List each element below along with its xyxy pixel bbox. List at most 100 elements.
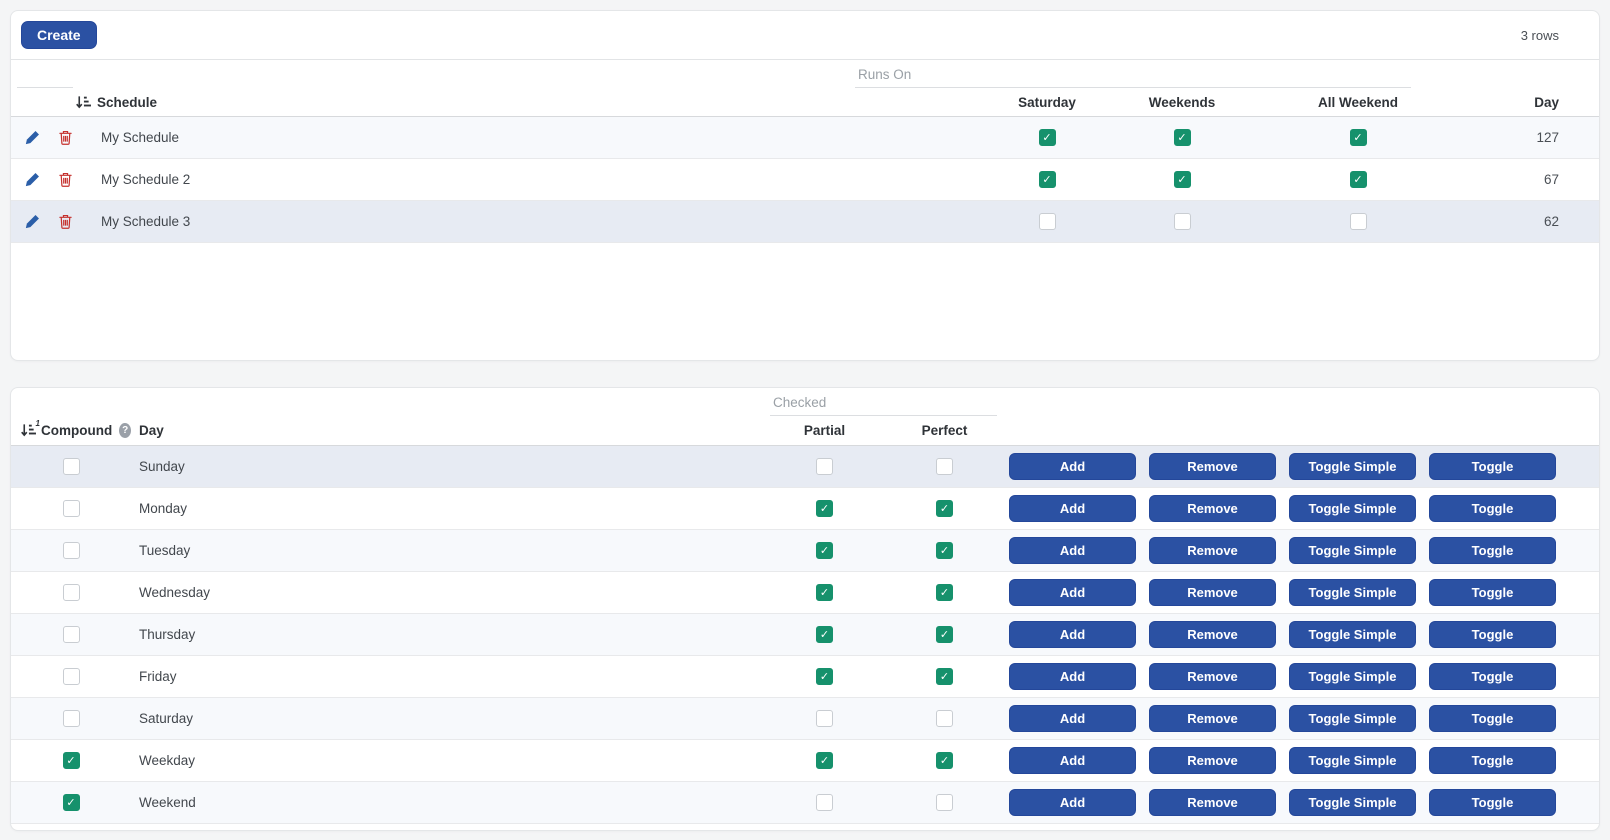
toggle-button[interactable]: Toggle — [1429, 579, 1556, 606]
add-button[interactable]: Add — [1009, 789, 1136, 816]
partial-checkbox[interactable]: ✓ — [816, 752, 833, 769]
toggle-button[interactable]: Toggle — [1429, 705, 1556, 732]
remove-button[interactable]: Remove — [1149, 663, 1276, 690]
remove-button[interactable]: Remove — [1149, 495, 1276, 522]
compound-column-header[interactable]: 1 Compound ? — [11, 419, 131, 438]
partial-checkbox[interactable] — [816, 794, 833, 811]
toggle-simple-button[interactable]: Toggle Simple — [1289, 621, 1416, 648]
toggle-button[interactable]: Toggle — [1429, 495, 1556, 522]
add-button[interactable]: Add — [1009, 537, 1136, 564]
saturday-checkbox[interactable]: ✓ — [1038, 171, 1056, 188]
add-button[interactable]: Add — [1009, 579, 1136, 606]
day-row[interactable]: Saturday Add Remove Toggle Simple Toggle — [11, 698, 1599, 740]
day-row[interactable]: Thursday ✓ ✓ Add Remove Toggle Simple To… — [11, 614, 1599, 656]
remove-button[interactable]: Remove — [1149, 747, 1276, 774]
perfect-checkbox[interactable]: ✓ — [936, 626, 953, 643]
day-row[interactable]: Tuesday ✓ ✓ Add Remove Toggle Simple Tog… — [11, 530, 1599, 572]
perfect-checkbox[interactable] — [936, 458, 953, 475]
partial-checkbox[interactable]: ✓ — [816, 500, 833, 517]
weekends-checkbox[interactable] — [1173, 213, 1191, 230]
help-icon[interactable]: ? — [119, 423, 131, 438]
perfect-checkbox[interactable]: ✓ — [936, 584, 953, 601]
create-button[interactable]: Create — [21, 21, 97, 49]
day-count: 62 — [1543, 214, 1559, 229]
perfect-checkbox[interactable] — [936, 794, 953, 811]
sort-icon — [75, 95, 91, 110]
all-weekend-checkbox[interactable]: ✓ — [1349, 129, 1367, 146]
remove-button[interactable]: Remove — [1149, 789, 1276, 816]
perfect-checkbox[interactable]: ✓ — [936, 542, 953, 559]
remove-button[interactable]: Remove — [1149, 621, 1276, 648]
edit-icon[interactable] — [25, 214, 40, 229]
toggle-simple-button[interactable]: Toggle Simple — [1289, 453, 1416, 480]
partial-checkbox[interactable]: ✓ — [816, 668, 833, 685]
toggle-simple-button[interactable]: Toggle Simple — [1289, 495, 1416, 522]
remove-button[interactable]: Remove — [1149, 705, 1276, 732]
add-button[interactable]: Add — [1009, 663, 1136, 690]
day-row[interactable]: Wednesday ✓ ✓ Add Remove Toggle Simple T… — [11, 572, 1599, 614]
compound-checkbox[interactable] — [62, 710, 80, 727]
compound-checkbox[interactable] — [62, 626, 80, 643]
add-button[interactable]: Add — [1009, 495, 1136, 522]
partial-checkbox[interactable]: ✓ — [816, 626, 833, 643]
add-button[interactable]: Add — [1009, 621, 1136, 648]
weekends-checkbox[interactable]: ✓ — [1173, 129, 1191, 146]
toggle-button[interactable]: Toggle — [1429, 663, 1556, 690]
schedule-column-header[interactable]: Schedule — [11, 95, 967, 110]
add-button[interactable]: Add — [1009, 747, 1136, 774]
compound-checkbox[interactable] — [62, 500, 80, 517]
delete-icon[interactable] — [59, 172, 72, 187]
add-button[interactable]: Add — [1009, 705, 1136, 732]
toggle-simple-button[interactable]: Toggle Simple — [1289, 537, 1416, 564]
compound-checkbox[interactable] — [62, 668, 80, 685]
compound-checkbox[interactable]: ✓ — [62, 752, 80, 769]
compound-column-label: Compound — [41, 423, 113, 438]
add-button[interactable]: Add — [1009, 453, 1136, 480]
toggle-simple-button[interactable]: Toggle Simple — [1289, 747, 1416, 774]
toggle-button[interactable]: Toggle — [1429, 747, 1556, 774]
remove-button[interactable]: Remove — [1149, 579, 1276, 606]
perfect-checkbox[interactable] — [936, 710, 953, 727]
day-row[interactable]: Friday ✓ ✓ Add Remove Toggle Simple Togg… — [11, 656, 1599, 698]
toggle-button[interactable]: Toggle — [1429, 789, 1556, 816]
partial-checkbox[interactable]: ✓ — [816, 542, 833, 559]
perfect-checkbox[interactable]: ✓ — [936, 752, 953, 769]
saturday-checkbox[interactable] — [1038, 213, 1056, 230]
compound-checkbox[interactable] — [62, 584, 80, 601]
day-name: Weekday — [139, 753, 196, 768]
all-weekend-checkbox[interactable] — [1349, 213, 1367, 230]
day-row[interactable]: ✓ Weekday ✓ ✓ Add Remove Toggle Simple T… — [11, 740, 1599, 782]
remove-button[interactable]: Remove — [1149, 453, 1276, 480]
compound-checkbox[interactable] — [62, 458, 80, 475]
toggle-simple-button[interactable]: Toggle Simple — [1289, 705, 1416, 732]
schedule-row[interactable]: My Schedule 3 62 — [11, 201, 1599, 243]
perfect-column-header: Perfect — [921, 423, 968, 438]
day-name: Tuesday — [139, 543, 191, 558]
day-row[interactable]: Monday ✓ ✓ Add Remove Toggle Simple Togg… — [11, 488, 1599, 530]
schedule-row[interactable]: My Schedule ✓ ✓ ✓ 127 — [11, 117, 1599, 159]
delete-icon[interactable] — [59, 130, 72, 145]
partial-checkbox[interactable] — [816, 710, 833, 727]
perfect-checkbox[interactable]: ✓ — [936, 500, 953, 517]
compound-checkbox[interactable]: ✓ — [62, 794, 80, 811]
toggle-button[interactable]: Toggle — [1429, 537, 1556, 564]
toggle-simple-button[interactable]: Toggle Simple — [1289, 663, 1416, 690]
toggle-simple-button[interactable]: Toggle Simple — [1289, 579, 1416, 606]
all-weekend-checkbox[interactable]: ✓ — [1349, 171, 1367, 188]
edit-icon[interactable] — [25, 172, 40, 187]
partial-checkbox[interactable] — [816, 458, 833, 475]
weekends-checkbox[interactable]: ✓ — [1173, 171, 1191, 188]
compound-checkbox[interactable] — [62, 542, 80, 559]
schedule-row[interactable]: My Schedule 2 ✓ ✓ ✓ 67 — [11, 159, 1599, 201]
saturday-checkbox[interactable]: ✓ — [1038, 129, 1056, 146]
toggle-simple-button[interactable]: Toggle Simple — [1289, 789, 1416, 816]
remove-button[interactable]: Remove — [1149, 537, 1276, 564]
partial-checkbox[interactable]: ✓ — [816, 584, 833, 601]
toggle-button[interactable]: Toggle — [1429, 621, 1556, 648]
day-row[interactable]: Sunday Add Remove Toggle Simple Toggle — [11, 446, 1599, 488]
day-row[interactable]: ✓ Weekend Add Remove Toggle Simple Toggl… — [11, 782, 1599, 824]
toggle-button[interactable]: Toggle — [1429, 453, 1556, 480]
perfect-checkbox[interactable]: ✓ — [936, 668, 953, 685]
delete-icon[interactable] — [59, 214, 72, 229]
edit-icon[interactable] — [25, 130, 40, 145]
